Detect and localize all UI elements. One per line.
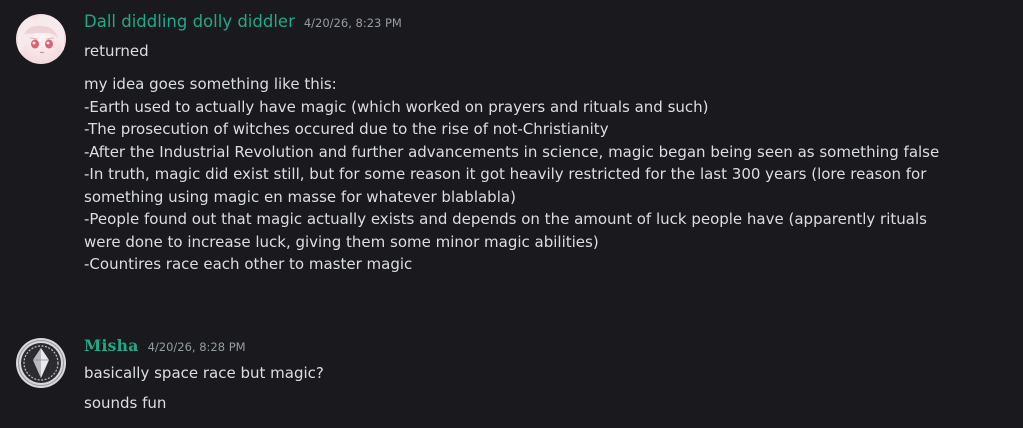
message-line: something using magic en masse for whate… bbox=[84, 187, 516, 206]
message-line: my idea goes something like this: bbox=[84, 75, 337, 93]
message-header: Dall diddling dolly diddler 4/20/26, 8:2… bbox=[84, 12, 402, 38]
author-name[interactable]: Dall diddling dolly diddler bbox=[84, 12, 295, 31]
message-content: sounds fun bbox=[84, 392, 1015, 415]
message-content: my idea goes something like this: -Earth… bbox=[84, 73, 1015, 276]
crystal-emblem-avatar-icon[interactable] bbox=[16, 338, 66, 388]
message-line: -The prosecution of witches occured due … bbox=[84, 120, 609, 138]
message-line: sounds fun bbox=[84, 394, 167, 412]
message-line: were done to increase luck, giving them … bbox=[84, 232, 599, 251]
message-line: -Earth used to actually have magic (whic… bbox=[84, 97, 709, 116]
message-timestamp: 4/20/26, 8:28 PM bbox=[147, 340, 246, 354]
message-line: -People found out that magic actually ex… bbox=[84, 210, 927, 228]
message-line: basically space race but magic? bbox=[84, 364, 324, 382]
message-line: -After the Industrial Revolution and fur… bbox=[84, 142, 940, 161]
anime-girl-avatar-icon[interactable] bbox=[16, 14, 66, 64]
message-header: Misha 4/20/26, 8:28 PM bbox=[84, 336, 246, 362]
message-line: -Countires race each other to master mag… bbox=[84, 255, 413, 273]
message-line: returned bbox=[84, 42, 149, 60]
message-timestamp: 4/20/26, 8:23 PM bbox=[303, 16, 402, 30]
message-line: -In truth, magic did exist still, but fo… bbox=[84, 165, 927, 183]
message-content: basically space race but magic? bbox=[84, 362, 1015, 385]
message-content: returned bbox=[84, 40, 1015, 63]
author-name[interactable]: Misha bbox=[84, 336, 139, 355]
